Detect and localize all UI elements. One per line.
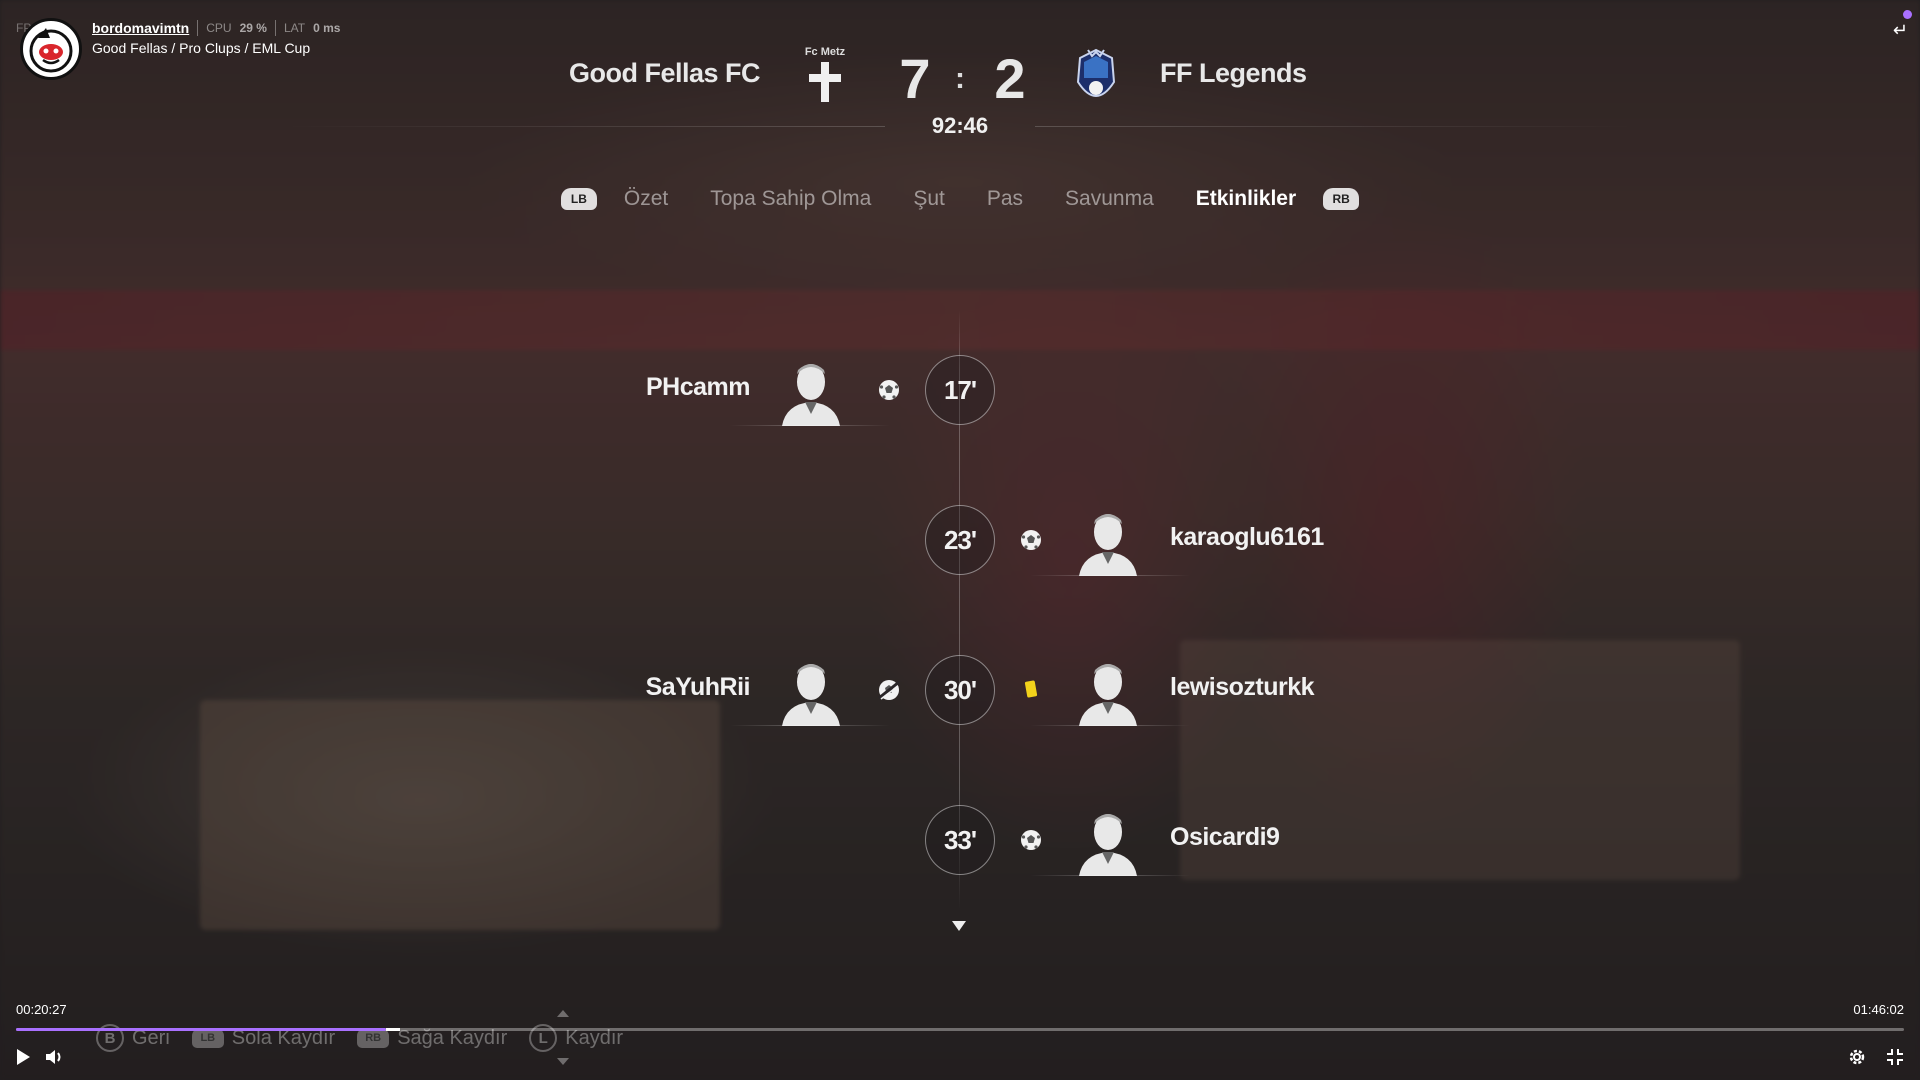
rb-button-icon: RB xyxy=(357,1028,390,1048)
divider xyxy=(730,725,890,726)
event-row: PHcamm 17' xyxy=(0,355,1920,427)
goal-ball-icon xyxy=(877,378,901,402)
divider xyxy=(285,126,885,127)
match-clock: 92:46 xyxy=(931,113,989,138)
cpu-label: CPU xyxy=(206,21,232,35)
divider xyxy=(1030,875,1190,876)
scoreboard: Good Fellas FC Fc Metz 7 : 2 FF Legends … xyxy=(0,40,1920,150)
divider xyxy=(197,20,199,36)
current-time: 00:20:27 xyxy=(16,1002,67,1017)
event-minute: 23' xyxy=(925,505,995,575)
lb-button-icon: LB xyxy=(191,1028,224,1048)
stats-tabs: LB Özet Topa Sahip Olma Şut Pas Savunma … xyxy=(0,183,1920,215)
stick-down-icon xyxy=(557,1058,569,1065)
cpu-value: 29 % xyxy=(239,21,267,35)
player-avatar-icon xyxy=(778,358,844,426)
away-team-crest xyxy=(1070,48,1122,112)
divider xyxy=(1030,575,1190,576)
goal-ball-icon xyxy=(1019,528,1043,552)
player-avatar-icon xyxy=(1075,808,1141,876)
tab-ozet[interactable]: Özet xyxy=(624,187,668,211)
tab-passes[interactable]: Pas xyxy=(987,187,1023,211)
seek-bar[interactable] xyxy=(16,1028,1904,1031)
rb-bumper-icon[interactable]: RB xyxy=(1323,188,1360,210)
seek-bar-progress xyxy=(16,1028,387,1031)
event-player-name: SaYuhRii xyxy=(645,673,751,701)
divider xyxy=(1035,126,1635,127)
event-row: 23' karaoglu6161 xyxy=(0,505,1920,577)
event-player-name: karaoglu6161 xyxy=(1170,523,1324,551)
play-icon[interactable] xyxy=(12,1046,34,1068)
away-score: 2 xyxy=(994,47,1026,110)
event-minute: 33' xyxy=(925,805,995,875)
scroll-down-icon[interactable] xyxy=(952,921,966,931)
event-player-name: lewisozturkk xyxy=(1170,673,1315,701)
notification-dot xyxy=(1903,10,1912,19)
home-team-crest: Fc Metz xyxy=(800,46,850,110)
lat-value: 0 ms xyxy=(313,21,341,35)
event-minute: 30' xyxy=(925,655,995,725)
event-minute: 17' xyxy=(925,355,995,425)
goal-ball-icon xyxy=(1019,828,1043,852)
stick-up-icon xyxy=(557,1010,569,1017)
event-player-name: Osicardi9 xyxy=(1170,823,1280,851)
seek-bar-buffer xyxy=(386,1028,401,1031)
away-team-name: FF Legends xyxy=(1160,58,1307,88)
tab-possession[interactable]: Topa Sahip Olma xyxy=(710,187,871,211)
tab-events[interactable]: Etkinlikler xyxy=(1196,187,1296,211)
settings-gear-icon[interactable] xyxy=(1846,1046,1868,1068)
event-player-name: PHcamm xyxy=(646,373,751,401)
lat-label: LAT xyxy=(283,21,306,35)
divider xyxy=(730,425,890,426)
lb-bumper-icon[interactable]: LB xyxy=(560,188,597,210)
yellow-card-icon xyxy=(1019,678,1043,702)
eagle-crest-icon xyxy=(1076,48,1116,97)
player-avatar-icon xyxy=(1075,658,1141,726)
exit-fullscreen-icon[interactable] xyxy=(1884,1046,1906,1068)
player-avatar-icon xyxy=(778,658,844,726)
channel-username[interactable]: bordomavimtn xyxy=(92,20,189,36)
divider xyxy=(1030,725,1190,726)
event-row: SaYuhRii 30' lewisozturkk xyxy=(0,655,1920,727)
event-row: 33' Osicardi9 xyxy=(0,805,1920,877)
total-time: 01:46:02 xyxy=(1853,1002,1904,1017)
home-crest-name: Fc Metz xyxy=(804,46,846,58)
home-score: 7 xyxy=(899,47,931,110)
assist-icon xyxy=(877,678,901,702)
cross-crest-icon xyxy=(809,62,841,102)
tab-defense[interactable]: Savunma xyxy=(1065,187,1154,211)
divider xyxy=(274,20,276,36)
score-separator: : xyxy=(955,62,965,95)
player-avatar-icon xyxy=(1075,508,1141,576)
tab-shots[interactable]: Şut xyxy=(913,187,945,211)
exit-icon[interactable]: ↵ xyxy=(1893,20,1908,41)
home-team-name: Good Fellas FC xyxy=(568,58,761,88)
volume-icon[interactable] xyxy=(44,1046,66,1068)
